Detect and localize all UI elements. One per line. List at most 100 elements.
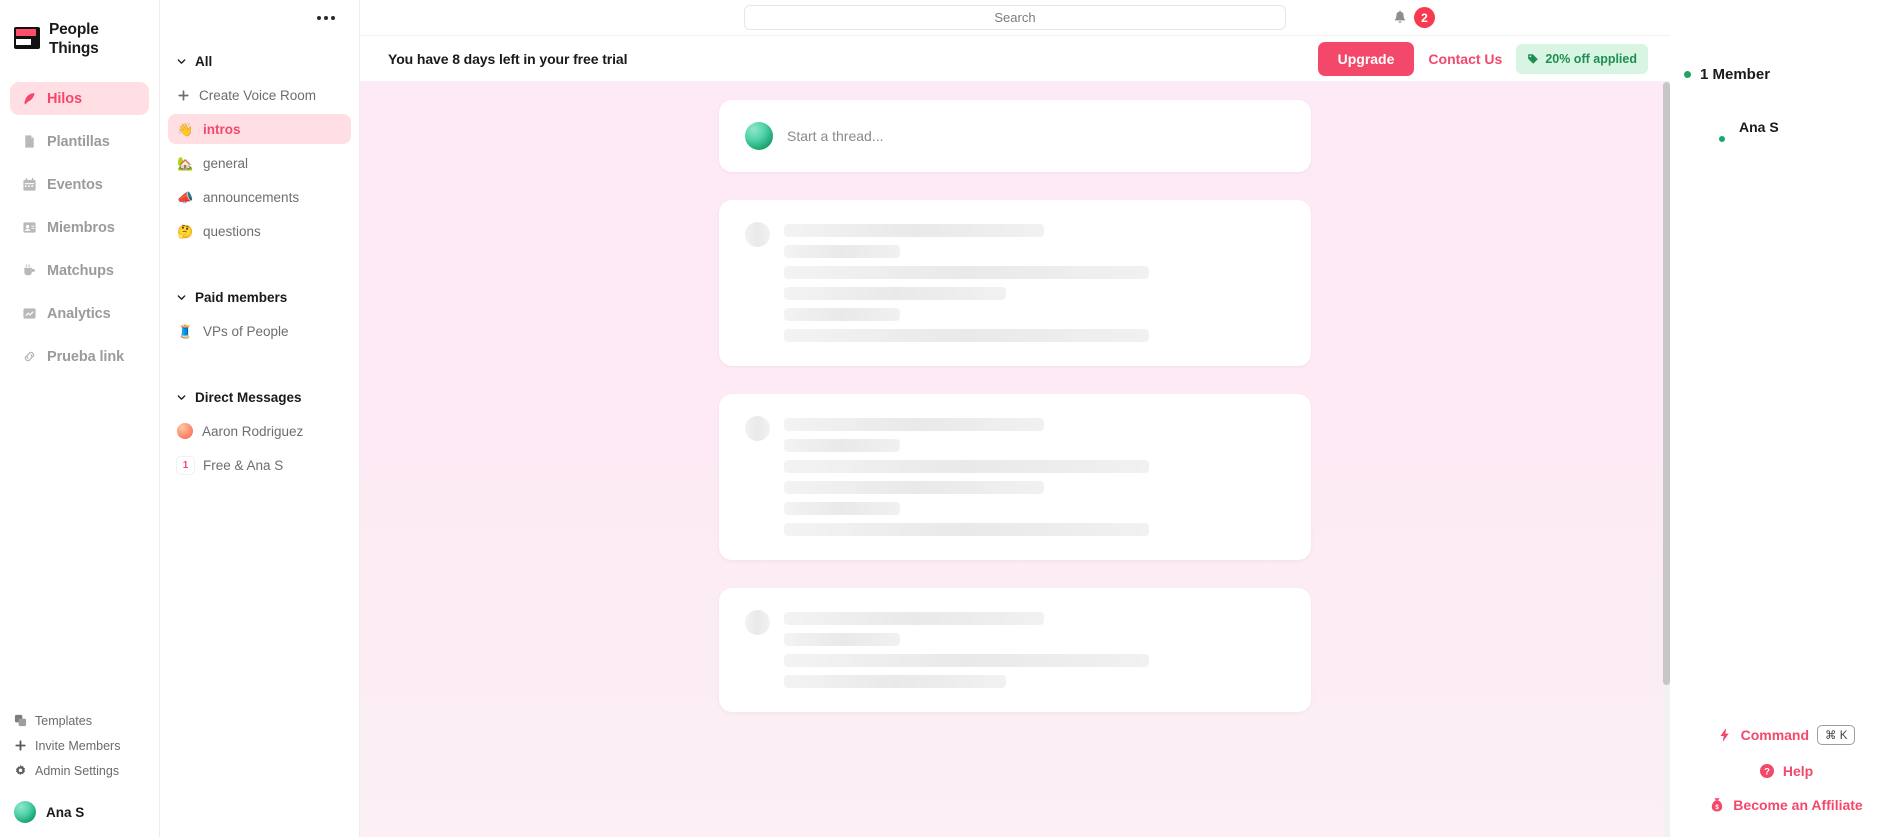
online-dot-icon bbox=[1684, 71, 1691, 78]
skeleton-body bbox=[719, 200, 1311, 366]
skeleton-line bbox=[784, 523, 1149, 536]
right-panel-footer: Command ⌘ K ? Help $ Become an Affiliate bbox=[1670, 725, 1902, 837]
skeleton-line bbox=[784, 266, 1149, 279]
admin-settings-button[interactable]: Admin Settings bbox=[0, 758, 160, 783]
feed-scrollbar[interactable] bbox=[1663, 82, 1670, 837]
command-label: Command bbox=[1740, 727, 1810, 743]
wave-emoji-icon: 👋 bbox=[177, 121, 194, 137]
skeleton-line bbox=[784, 460, 1149, 473]
skeleton-line bbox=[784, 481, 1044, 494]
skeleton-line bbox=[784, 308, 900, 321]
sidebar-item-miembros[interactable]: Miembros bbox=[10, 211, 149, 244]
skeleton-lines bbox=[784, 610, 1285, 688]
composer-row[interactable]: Start a thread... bbox=[719, 100, 1311, 172]
thread-composer[interactable]: Start a thread... bbox=[719, 100, 1311, 172]
channel-sidebar: All Create Voice Room 👋 intros 🏡 general… bbox=[160, 0, 360, 837]
left-nav-rail: People Things Hilos Plantillas Eventos Mi… bbox=[0, 0, 160, 837]
skeleton-line bbox=[784, 245, 900, 258]
brand[interactable]: People Things bbox=[0, 0, 159, 58]
sidebar-item-label: Miembros bbox=[47, 219, 115, 236]
thread-skeleton-card bbox=[719, 200, 1311, 366]
skeleton-avatar bbox=[745, 610, 770, 635]
ellipsis-icon[interactable] bbox=[315, 10, 337, 26]
channel-group-title: Paid members bbox=[195, 289, 288, 305]
discount-badge[interactable]: 20% off applied bbox=[1516, 43, 1648, 74]
channel-group-direct-messages[interactable]: Direct Messages bbox=[160, 382, 359, 412]
templates-button[interactable]: Templates bbox=[0, 708, 160, 733]
avatar bbox=[1692, 110, 1727, 144]
invite-members-label: Invite Members bbox=[35, 738, 121, 753]
sidebar-item-plantillas[interactable]: Plantillas bbox=[10, 125, 149, 158]
sidebar-item-matchups[interactable]: Matchups bbox=[10, 254, 149, 287]
current-user[interactable]: Ana S bbox=[0, 783, 160, 823]
people-things-logo bbox=[14, 27, 40, 49]
notifications-button[interactable]: 2 bbox=[1392, 7, 1435, 28]
sidebar-item-eventos[interactable]: Eventos bbox=[10, 168, 149, 201]
command-button[interactable]: Command ⌘ K bbox=[1717, 725, 1856, 745]
member-list-item[interactable]: Ana S bbox=[1670, 83, 1902, 144]
channel-item-announcements[interactable]: 📣 announcements bbox=[168, 182, 351, 212]
thread-feed: Start a thread... bbox=[360, 82, 1670, 837]
top-bar: Search 2 bbox=[360, 0, 1670, 36]
member-count-label: 1 Member bbox=[1700, 66, 1771, 83]
search-input[interactable]: Search bbox=[744, 5, 1286, 30]
channel-item-vps-of-people[interactable]: 🧵 VPs of People bbox=[168, 316, 351, 346]
question-circle-icon: ? bbox=[1759, 763, 1775, 779]
create-voice-room-label: Create Voice Room bbox=[199, 87, 317, 103]
dm-item-free-ana-s[interactable]: 1 Free & Ana S bbox=[168, 450, 351, 480]
trial-actions: Upgrade Contact Us 20% off applied bbox=[1317, 41, 1648, 76]
avatar bbox=[745, 122, 773, 150]
skeleton-avatar bbox=[745, 416, 770, 441]
coffee-cup-icon bbox=[22, 263, 37, 278]
command-shortcut: ⌘ K bbox=[1817, 725, 1856, 745]
tag-icon bbox=[1527, 53, 1539, 65]
member-count: 1 Member bbox=[1670, 0, 1902, 83]
invite-members-button[interactable]: Invite Members bbox=[0, 733, 160, 758]
channel-item-intros[interactable]: 👋 intros bbox=[168, 114, 351, 144]
channel-item-questions[interactable]: 🤔 questions bbox=[168, 216, 351, 246]
avatar bbox=[14, 801, 36, 823]
document-icon bbox=[22, 134, 37, 149]
channel-item-general[interactable]: 🏡 general bbox=[168, 148, 351, 178]
channel-group-paid-members[interactable]: Paid members bbox=[160, 282, 359, 312]
skeleton-line bbox=[784, 502, 900, 515]
dm-item-aaron-rodriguez[interactable]: Aaron Rodriguez bbox=[168, 416, 351, 446]
link-icon bbox=[22, 349, 37, 364]
contact-us-link[interactable]: Contact Us bbox=[1428, 51, 1502, 67]
trial-banner: You have 8 days left in your free trial … bbox=[360, 36, 1670, 82]
scrollbar-thumb[interactable] bbox=[1663, 82, 1670, 685]
help-button[interactable]: ? Help bbox=[1759, 763, 1813, 779]
skeleton-line bbox=[784, 633, 900, 646]
channel-label: intros bbox=[203, 121, 241, 137]
rail-bottom-section: Templates Invite Members Admin Settings … bbox=[0, 708, 160, 837]
members-panel: 1 Member Ana S Command ⌘ K ? Help $ Beco… bbox=[1670, 0, 1902, 837]
member-name: Ana S bbox=[1739, 119, 1779, 135]
channel-label: questions bbox=[203, 223, 261, 239]
chevron-down-icon bbox=[176, 56, 187, 67]
create-voice-room-button[interactable]: Create Voice Room bbox=[168, 80, 351, 110]
discount-label: 20% off applied bbox=[1545, 51, 1637, 66]
templates-label: Templates bbox=[35, 713, 92, 728]
channel-label: announcements bbox=[203, 189, 300, 205]
composer-placeholder: Start a thread... bbox=[787, 128, 884, 144]
admin-settings-label: Admin Settings bbox=[35, 763, 120, 778]
skeleton-lines bbox=[784, 222, 1285, 342]
become-affiliate-button[interactable]: $ Become an Affiliate bbox=[1709, 797, 1863, 813]
sidebar-item-hilos[interactable]: Hilos bbox=[10, 82, 149, 115]
upgrade-button[interactable]: Upgrade bbox=[1317, 41, 1415, 76]
search-placeholder: Search bbox=[994, 10, 1036, 25]
sidebar-item-prueba-link[interactable]: Prueba link bbox=[10, 340, 149, 373]
feed-content: Start a thread... bbox=[360, 82, 1670, 712]
sidebar-item-analytics[interactable]: Analytics bbox=[10, 297, 149, 330]
house-emoji-icon: 🏡 bbox=[177, 155, 194, 171]
skeleton-line bbox=[784, 287, 1006, 300]
thread-skeleton-card bbox=[719, 588, 1311, 712]
skeleton-line bbox=[784, 224, 1044, 237]
channel-sidebar-header bbox=[160, 0, 359, 36]
skeleton-body bbox=[719, 588, 1311, 712]
thread-spool-emoji-icon: 🧵 bbox=[177, 323, 194, 339]
skeleton-avatar bbox=[745, 222, 770, 247]
channel-group-all[interactable]: All bbox=[160, 46, 359, 76]
